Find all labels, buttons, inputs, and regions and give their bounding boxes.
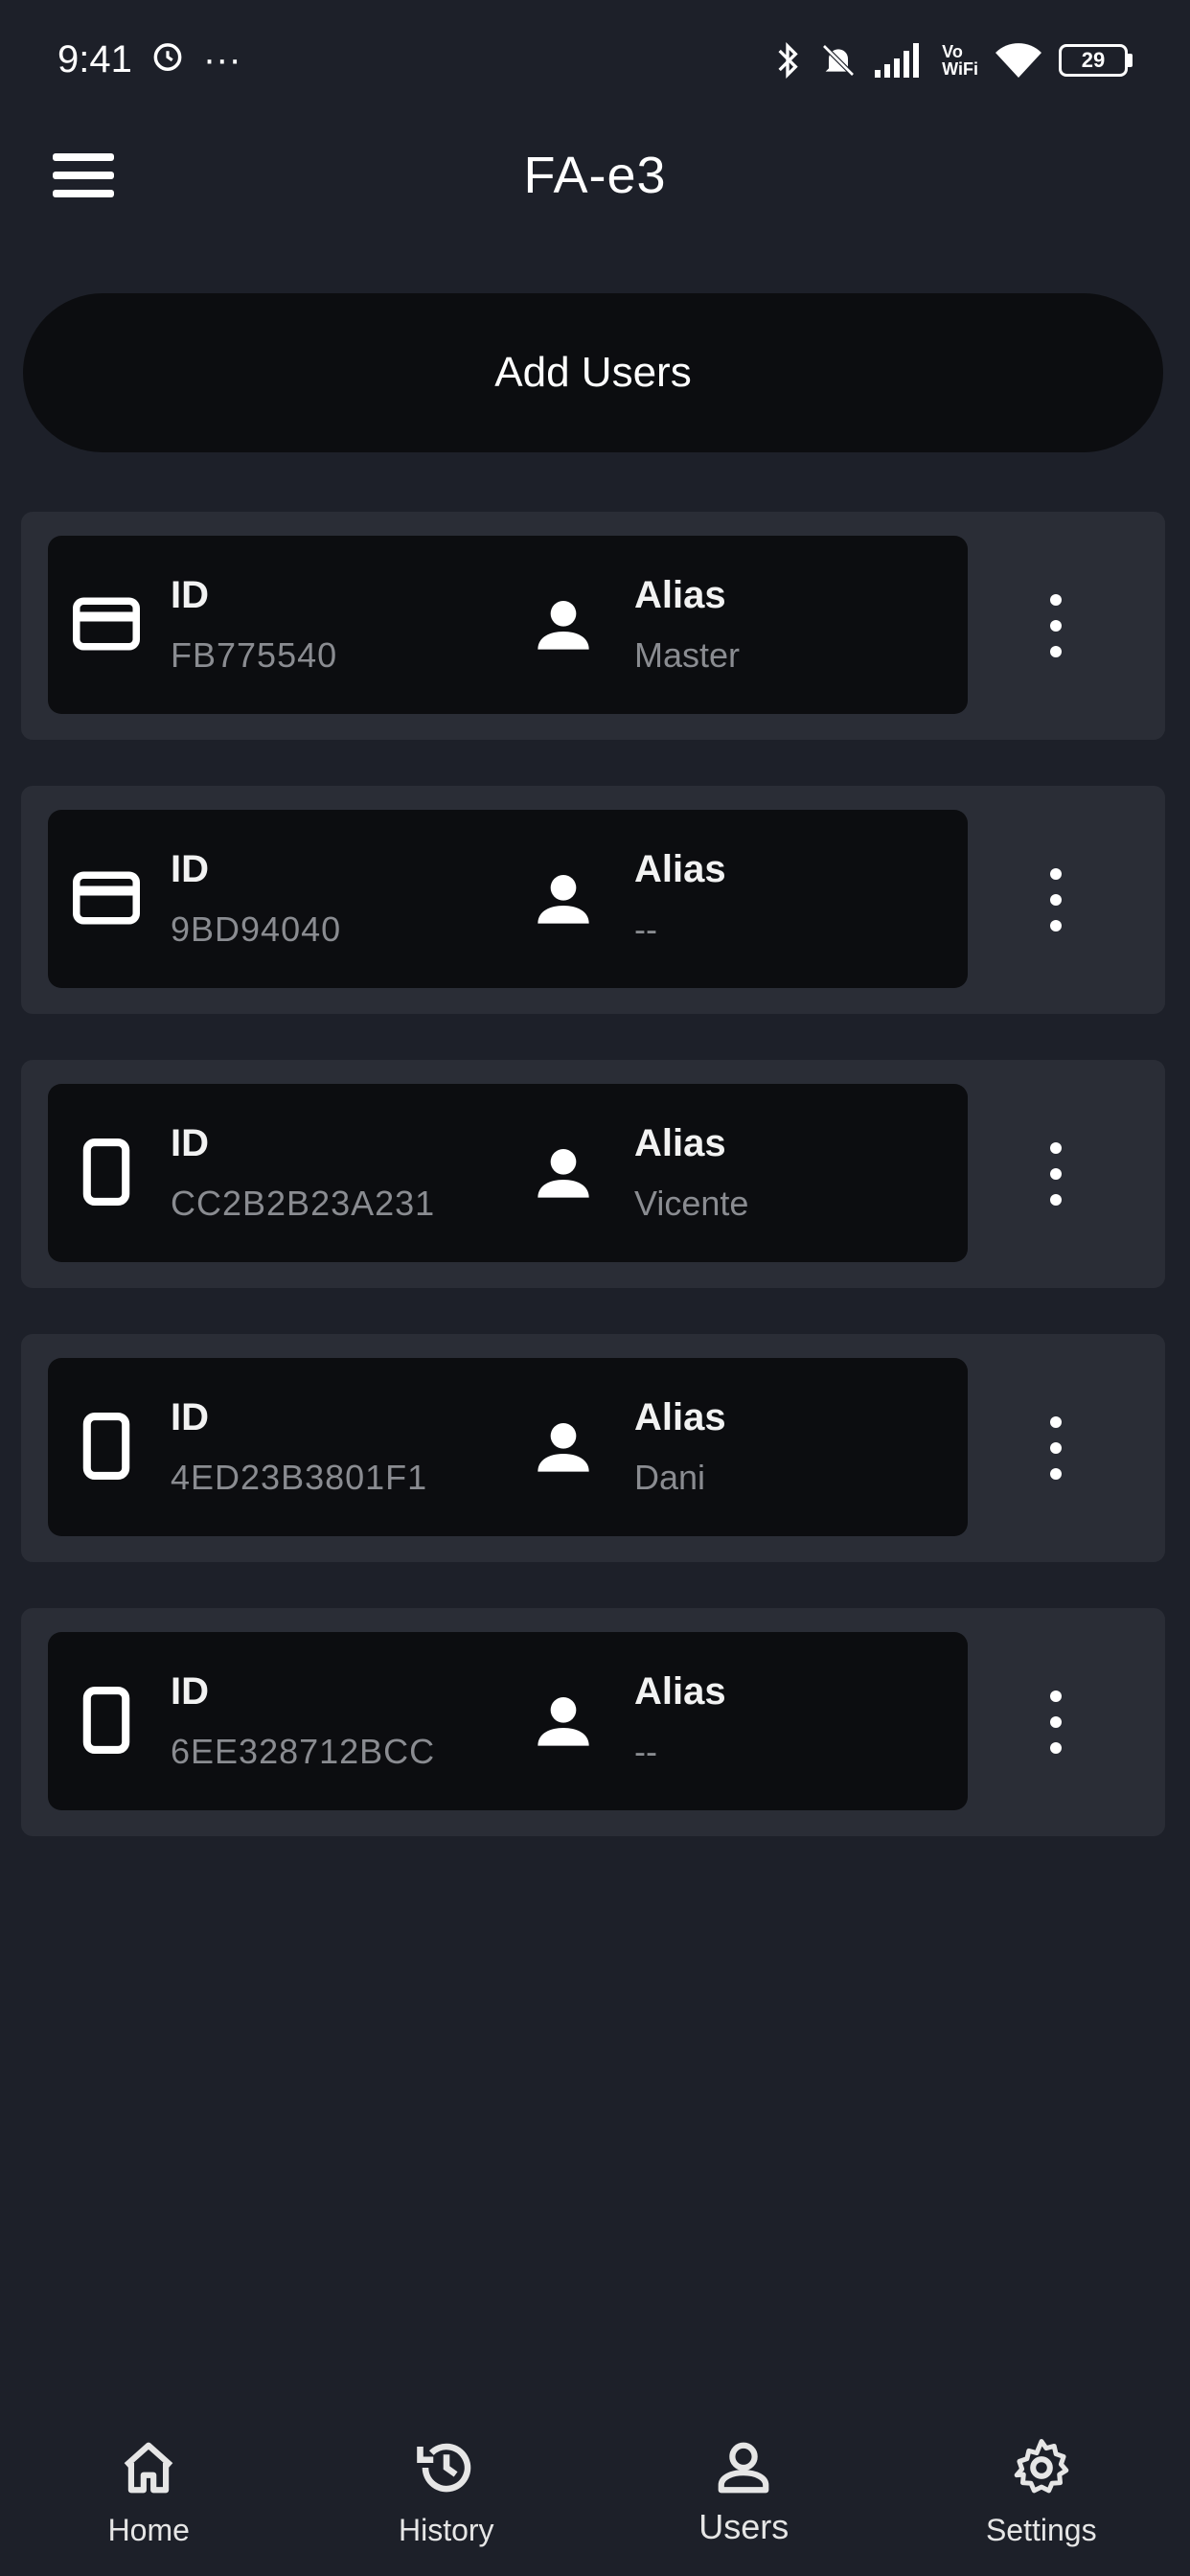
alias-label: Alias: [634, 1396, 726, 1438]
battery-icon: 29: [1059, 43, 1133, 77]
more-vert-icon[interactable]: [1037, 1690, 1075, 1754]
id-value: FB775540: [171, 635, 338, 675]
person-icon: [533, 867, 594, 929]
alarm-icon: [149, 37, 186, 83]
id-value: CC2B2B23A231: [171, 1184, 436, 1223]
signal-icon: [875, 42, 925, 78]
nav-users[interactable]: Users: [629, 2415, 858, 2547]
more-vert-icon[interactable]: [1037, 594, 1075, 657]
nav-label-settings: Settings: [985, 2513, 1097, 2547]
home-icon: [115, 2434, 182, 2501]
card-icon: [71, 862, 142, 933]
mute-icon: [819, 41, 858, 80]
bottom-nav: Home History Users Settings: [0, 2415, 1190, 2576]
user-card[interactable]: ID 6EE328712BCC Alias --: [48, 1632, 968, 1810]
wifi-icon: [995, 42, 1041, 79]
id-value: 4ED23B3801F1: [171, 1458, 428, 1497]
alias-value: --: [634, 1732, 657, 1771]
alias-value: Master: [634, 635, 741, 675]
nav-label-users: Users: [698, 2507, 790, 2546]
volte-icon: Vo WiFi: [942, 41, 978, 79]
list-item: ID FB775540 Alias Master: [21, 512, 1165, 740]
id-label: ID: [171, 574, 209, 616]
alias-value: Vicente: [634, 1184, 749, 1223]
person-icon: [533, 1415, 594, 1477]
phone-icon: [71, 1685, 142, 1756]
status-time: 9:41: [57, 38, 132, 80]
more-vert-icon[interactable]: [1037, 868, 1075, 932]
list-item: ID 4ED23B3801F1 Alias Dani: [21, 1334, 1165, 1562]
id-value: 9BD94040: [171, 909, 342, 949]
id-label: ID: [171, 848, 209, 890]
add-users-button[interactable]: Add Users: [23, 293, 1163, 452]
id-label: ID: [171, 1122, 209, 1164]
alias-value: Dani: [634, 1458, 706, 1497]
more-vert-icon[interactable]: [1037, 1416, 1075, 1480]
id-label: ID: [171, 1670, 209, 1713]
status-right: Vo WiFi 29: [773, 41, 1133, 80]
alias-label: Alias: [634, 1670, 726, 1713]
menu-icon[interactable]: [53, 153, 114, 197]
phone-icon: [71, 1411, 142, 1482]
history-icon: [413, 2434, 480, 2501]
phone-icon: [71, 1137, 142, 1208]
battery-level: 29: [1081, 47, 1106, 72]
nav-label-home: Home: [107, 2513, 190, 2547]
app-bar: FA-e3: [0, 120, 1190, 230]
user-card[interactable]: ID FB775540 Alias Master: [48, 536, 968, 714]
id-label: ID: [171, 1396, 209, 1438]
person-icon: [533, 593, 594, 655]
user-card[interactable]: ID CC2B2B23A231 Alias Vicente: [48, 1084, 968, 1262]
user-card[interactable]: ID 4ED23B3801F1 Alias Dani: [48, 1358, 968, 1536]
bluetooth-icon: [773, 41, 802, 80]
list-item: ID 9BD94040 Alias --: [21, 786, 1165, 1014]
list-item: ID CC2B2B23A231 Alias Vicente: [21, 1060, 1165, 1288]
alias-label: Alias: [634, 574, 726, 616]
alias-label: Alias: [634, 848, 726, 890]
nav-home[interactable]: Home: [34, 2415, 263, 2548]
status-left: 9:41 ···: [57, 37, 241, 83]
status-bar: 9:41 ··· Vo WiFi 29: [0, 0, 1190, 120]
list-item: ID 6EE328712BCC Alias --: [21, 1608, 1165, 1836]
nav-label-history: History: [398, 2513, 494, 2547]
nav-settings[interactable]: Settings: [927, 2415, 1156, 2548]
card-icon: [71, 588, 142, 659]
person-icon: [533, 1690, 594, 1751]
nav-history[interactable]: History: [332, 2415, 561, 2548]
alias-label: Alias: [634, 1122, 726, 1164]
user-card[interactable]: ID 9BD94040 Alias --: [48, 810, 968, 988]
more-vert-icon[interactable]: [1037, 1142, 1075, 1206]
settings-icon: [1008, 2434, 1075, 2501]
person-icon: [533, 1141, 594, 1203]
user-list: ID FB775540 Alias Master ID 9BD94040 Ali…: [21, 512, 1165, 1882]
alias-value: --: [634, 909, 657, 949]
page-title: FA-e3: [523, 146, 667, 204]
users-icon: [710, 2434, 777, 2501]
more-status-icon: ···: [202, 38, 241, 80]
id-value: 6EE328712BCC: [171, 1732, 436, 1771]
